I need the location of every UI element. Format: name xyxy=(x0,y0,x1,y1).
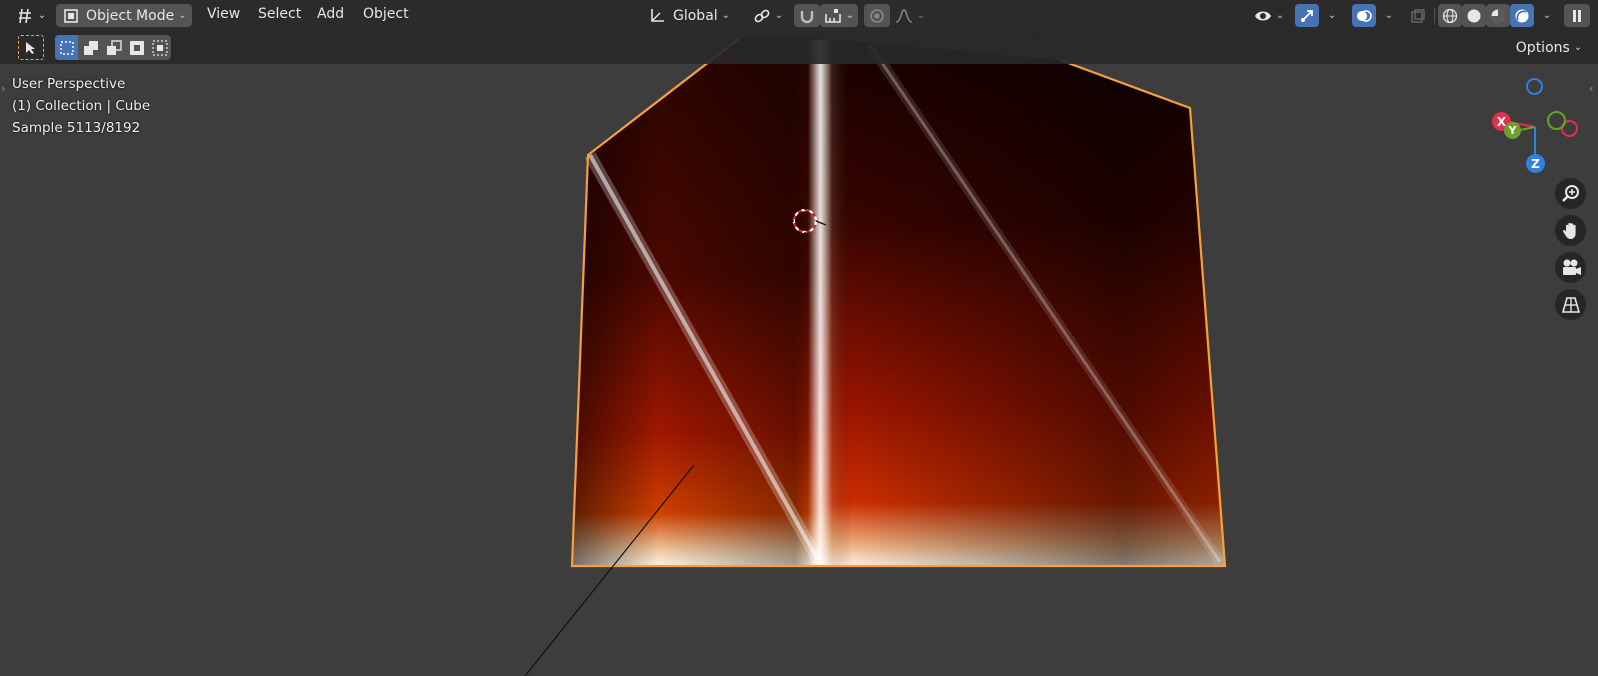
eye-icon xyxy=(1254,11,1271,20)
link-pivot-icon xyxy=(754,9,770,22)
options-label: Options xyxy=(1515,39,1570,56)
falloff-curve-icon xyxy=(895,8,912,23)
grid-editor-icon xyxy=(18,8,31,23)
orientation-label: Global xyxy=(673,7,718,24)
proportional-editing-toggle[interactable] xyxy=(864,4,890,27)
perspective-grid-icon xyxy=(1561,296,1580,313)
xray-icon xyxy=(1411,8,1425,23)
mode-label: Object Mode xyxy=(86,7,175,24)
3d-viewport[interactable]: User Perspective (1) Collection | Cube S… xyxy=(0,0,1598,676)
show-gizmo-toggle[interactable] xyxy=(1295,4,1319,27)
material-sphere-icon xyxy=(1491,9,1505,22)
orientation-axes-icon xyxy=(651,8,664,22)
shading-wireframe-button[interactable] xyxy=(1438,4,1462,27)
select-new-button[interactable] xyxy=(55,35,78,60)
pause-render-button[interactable] xyxy=(1564,4,1590,27)
transform-orientation-dropdown[interactable]: Global ⌄ xyxy=(644,4,740,27)
show-overlays-toggle[interactable] xyxy=(1352,4,1376,27)
snap-toggle[interactable] xyxy=(794,4,820,27)
toolbar-expand-arrow[interactable]: › xyxy=(1,82,5,95)
gizmo-arrow-icon xyxy=(1301,9,1313,22)
rendered-sphere-icon xyxy=(1515,9,1529,22)
gizmo-neg-z-circle[interactable] xyxy=(1526,78,1543,95)
proportional-edit-icon xyxy=(870,8,884,23)
select-subtract-icon xyxy=(106,39,122,55)
pan-button[interactable] xyxy=(1555,215,1586,246)
overlays-options-dropdown[interactable]: ⌄ xyxy=(1377,4,1397,27)
overlays-icon xyxy=(1357,9,1372,22)
xray-toggle[interactable] xyxy=(1407,4,1429,27)
shading-options-dropdown[interactable]: ⌄ xyxy=(1536,4,1554,27)
tool-settings-bar: Options ⌄ xyxy=(0,31,1598,64)
gizmo-options-dropdown[interactable]: ⌄ xyxy=(1320,4,1340,27)
chevron-down-icon: ⌄ xyxy=(178,10,187,21)
select-invert-button[interactable] xyxy=(125,35,148,60)
select-extend-icon xyxy=(83,40,98,55)
zoom-icon xyxy=(1561,184,1579,202)
falloff-dropdown[interactable]: ⌄ xyxy=(892,4,928,27)
collection-info-label: (1) Collection | Cube xyxy=(12,98,151,114)
select-extend-button[interactable] xyxy=(79,35,102,60)
mode-dropdown[interactable]: Object Mode ⌄ xyxy=(56,4,192,27)
menu-view[interactable]: View xyxy=(207,6,240,22)
render-canvas[interactable] xyxy=(0,0,1598,676)
render-sample-label: Sample 5113/8192 xyxy=(12,120,141,136)
navigation-gizmo[interactable]: X Y Z xyxy=(1485,78,1585,178)
gizmo-y-axis[interactable]: Y xyxy=(1504,122,1521,139)
object-visibility-dropdown[interactable]: ⌄ xyxy=(1250,4,1288,27)
zoom-button[interactable] xyxy=(1555,178,1586,209)
pivot-point-dropdown[interactable]: ⌄ xyxy=(750,4,786,27)
gizmo-neg-y-circle[interactable] xyxy=(1547,111,1566,130)
snap-increment-icon xyxy=(824,8,841,23)
hand-pan-icon xyxy=(1562,222,1576,239)
view-name-label: User Perspective xyxy=(12,76,126,92)
viewport-header: ⌄ Object Mode ⌄ View Select Add Object G… xyxy=(0,0,1598,31)
shading-solid-button[interactable] xyxy=(1462,4,1486,27)
toggle-perspective-button[interactable] xyxy=(1555,289,1586,320)
sidebar-expand-arrow[interactable]: ‹ xyxy=(1589,82,1593,95)
camera-view-button[interactable] xyxy=(1555,252,1586,283)
select-intersect-button[interactable] xyxy=(148,35,171,60)
gizmo-z-axis[interactable]: Z xyxy=(1526,154,1545,173)
menu-select[interactable]: Select xyxy=(258,6,301,22)
cursor-select-icon xyxy=(26,41,35,54)
object-mode-icon xyxy=(64,8,78,23)
active-tool-button[interactable] xyxy=(18,35,44,60)
wireframe-sphere-icon xyxy=(1442,8,1458,23)
options-dropdown[interactable]: Options ⌄ xyxy=(1508,35,1590,60)
shading-rendered-button[interactable] xyxy=(1510,4,1534,27)
solid-sphere-icon xyxy=(1467,9,1481,22)
cube-center-edge xyxy=(808,40,832,566)
shading-material-button[interactable] xyxy=(1486,4,1510,27)
camera-icon xyxy=(1562,259,1581,275)
magnet-icon xyxy=(800,10,814,23)
menu-object[interactable]: Object xyxy=(363,6,409,22)
select-invert-icon xyxy=(129,40,144,55)
select-subtract-button[interactable] xyxy=(102,35,125,60)
select-new-icon xyxy=(59,40,74,55)
pause-icon xyxy=(1573,9,1581,22)
editor-type-dropdown[interactable]: ⌄ xyxy=(14,4,48,27)
select-intersect-icon xyxy=(151,39,168,56)
menu-add[interactable]: Add xyxy=(317,6,344,22)
snap-target-dropdown[interactable]: ⌄ xyxy=(820,4,858,27)
